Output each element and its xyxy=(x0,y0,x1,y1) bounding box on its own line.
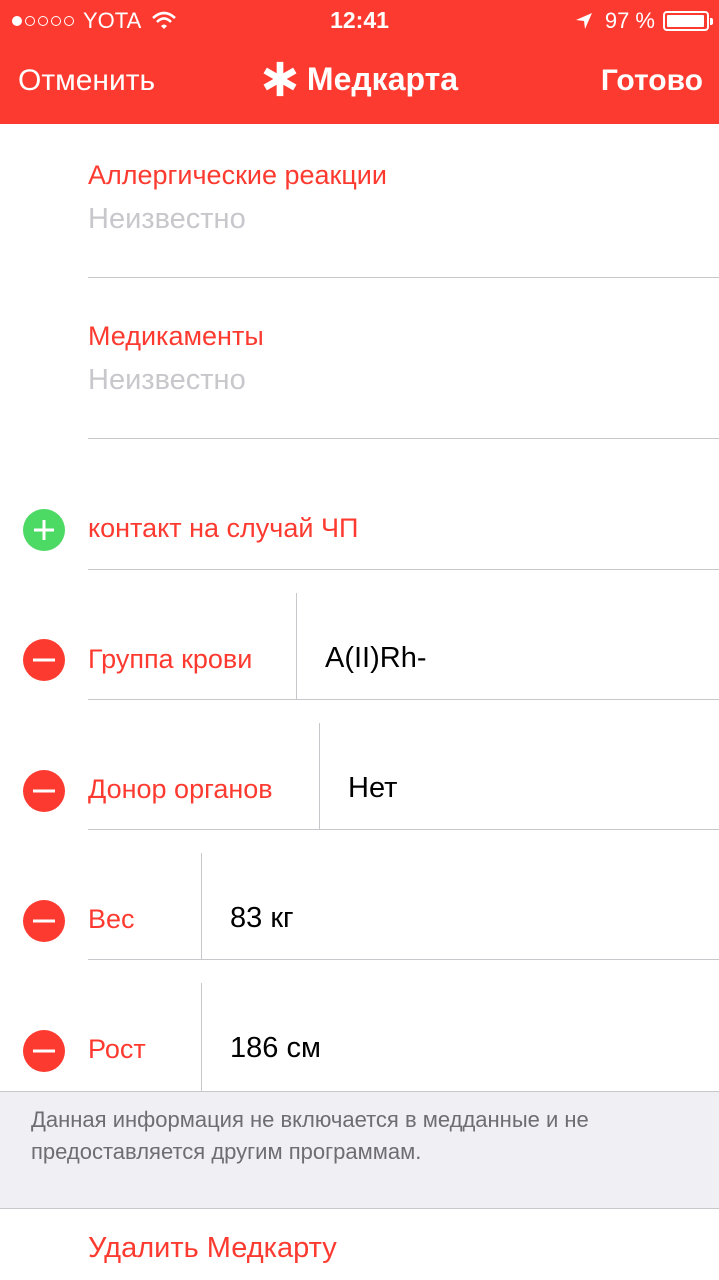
nav-bar: Отменить Медкарта Готово xyxy=(0,40,719,124)
weight-value[interactable]: 83 кг xyxy=(230,902,294,935)
emergency-contact-label[interactable]: контакт на случай ЧП xyxy=(88,513,358,544)
medications-value[interactable]: Неизвестно xyxy=(88,364,719,397)
delete-medical-id-button[interactable]: Удалить Медкарту xyxy=(88,1232,337,1265)
organ-donor-row[interactable]: Донор органов Нет xyxy=(0,700,719,830)
column-divider xyxy=(296,593,297,699)
column-divider xyxy=(201,983,202,1091)
remove-circle-icon[interactable] xyxy=(23,770,65,812)
organ-donor-value[interactable]: Нет xyxy=(348,772,397,805)
height-row[interactable]: Рост 186 см xyxy=(0,960,719,1091)
weight-row[interactable]: Вес 83 кг xyxy=(0,830,719,960)
medications-field[interactable]: Медикаменты Неизвестно xyxy=(88,321,719,397)
footer-note: Данная информация не включается в меддан… xyxy=(31,1107,589,1164)
remove-circle-icon[interactable] xyxy=(23,639,65,681)
organ-donor-label: Донор органов xyxy=(88,774,273,804)
add-emergency-contact-row[interactable]: контакт на случай ЧП xyxy=(0,460,719,570)
allergies-value[interactable]: Неизвестно xyxy=(88,203,719,236)
allergies-label: Аллергические реакции xyxy=(88,160,387,190)
remove-circle-icon[interactable] xyxy=(23,1030,65,1072)
done-button[interactable]: Готово xyxy=(601,64,703,98)
column-divider xyxy=(201,853,202,959)
divider xyxy=(88,438,719,439)
blood-type-row[interactable]: Группа крови A(II)Rh- xyxy=(0,570,719,700)
asterisk-icon xyxy=(263,61,297,97)
battery-icon xyxy=(663,11,713,31)
header: YOTA 12:41 97 % Отменить Медкарта Готово xyxy=(0,0,719,124)
page-title-text: Медкарта xyxy=(306,60,459,97)
battery-percent: 97 % xyxy=(604,8,655,33)
height-label: Рост xyxy=(88,1034,146,1064)
blood-type-label: Группа крови xyxy=(88,644,253,674)
medications-label: Медикаменты xyxy=(88,321,264,351)
weight-label: Вес xyxy=(88,904,135,934)
status-bar: YOTA 12:41 97 % xyxy=(0,0,719,40)
add-circle-icon[interactable] xyxy=(23,509,65,551)
height-value[interactable]: 186 см xyxy=(230,1032,321,1065)
footer-section: Данная информация не включается в меддан… xyxy=(0,1091,719,1209)
location-arrow-icon xyxy=(575,13,592,29)
divider xyxy=(88,277,719,278)
blood-type-value[interactable]: A(II)Rh- xyxy=(325,642,427,675)
column-divider xyxy=(319,723,320,829)
allergies-field[interactable]: Аллергические реакции Неизвестно xyxy=(88,160,719,236)
remove-circle-icon[interactable] xyxy=(23,900,65,942)
